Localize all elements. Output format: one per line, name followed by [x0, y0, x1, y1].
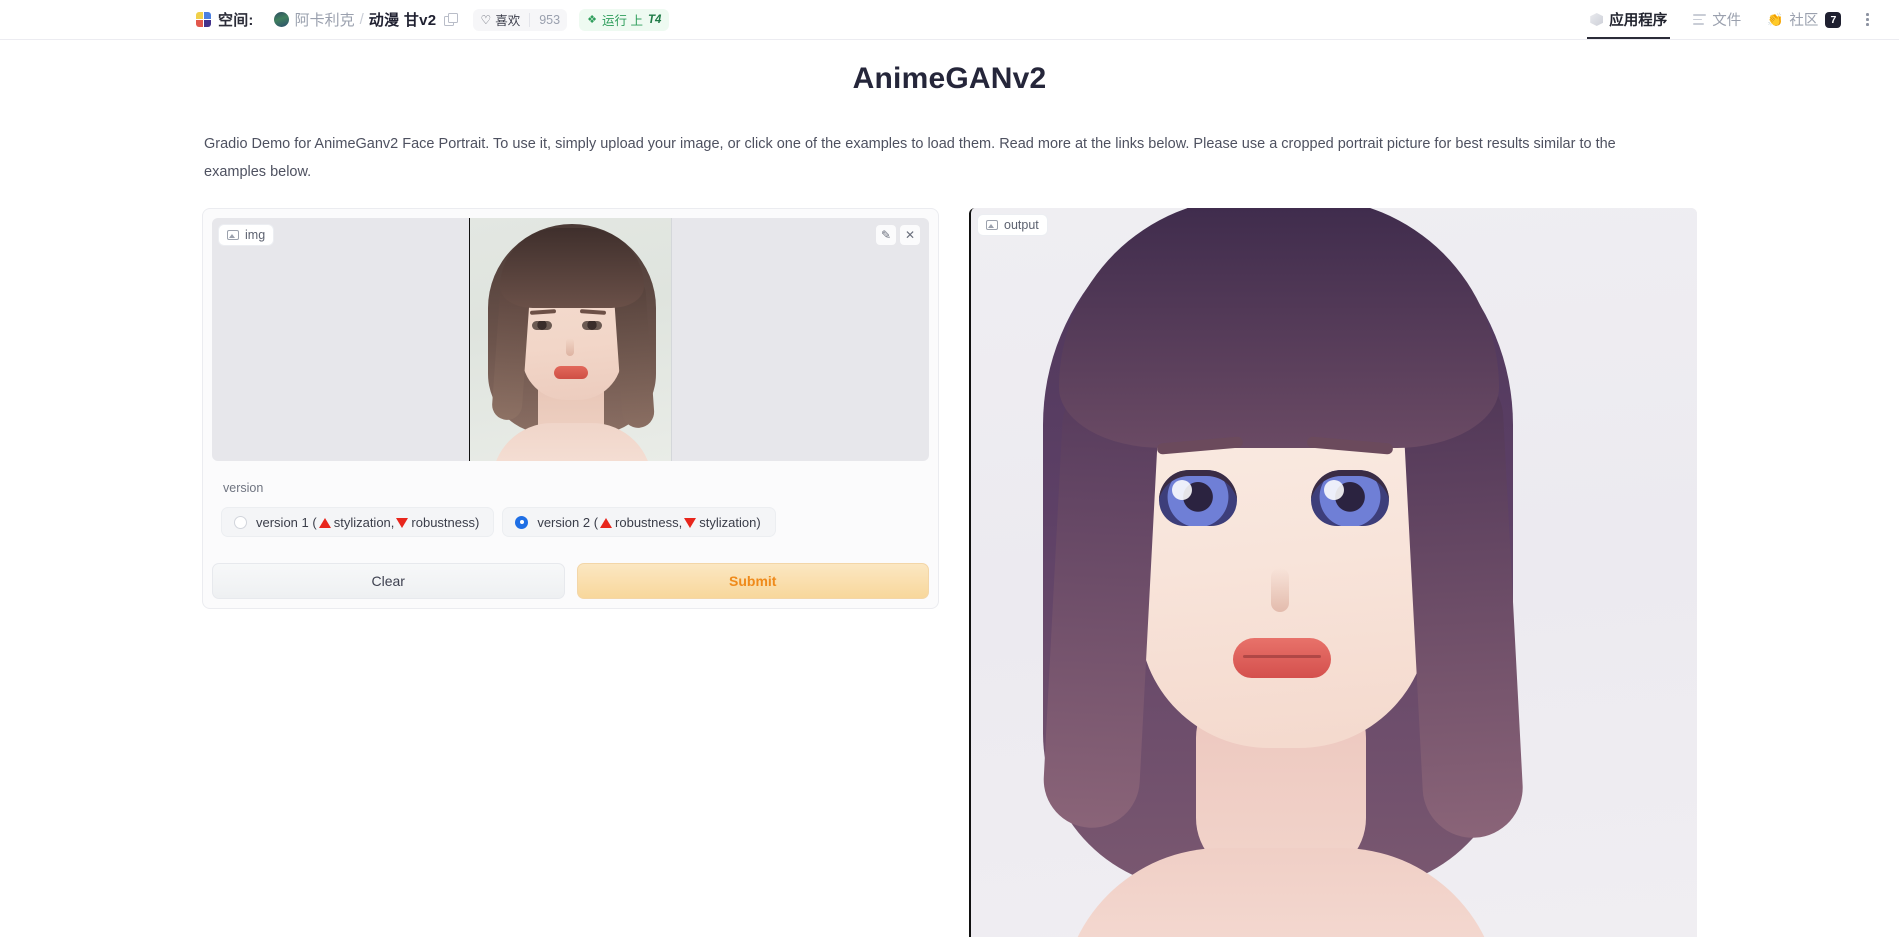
output-panel-tag-label: output [1004, 218, 1039, 232]
radio-version-2-prefix: version 2 ( [537, 514, 599, 530]
image-icon [986, 220, 998, 230]
heart-icon: ♡ [480, 12, 492, 27]
tab-app[interactable]: 应用程序 [1577, 0, 1680, 39]
tab-community[interactable]: 👏 社区 7 [1754, 0, 1854, 39]
input-card: img ✎ ✕ version version 1 (stylization,… [202, 208, 939, 609]
tab-app-label: 应用程序 [1609, 13, 1668, 29]
hand-icon: 👏 [1767, 11, 1784, 27]
radio-version-2-down-label: stylization) [699, 514, 761, 530]
input-panel-tag-label: img [245, 228, 266, 242]
tab-files[interactable]: 文件 [1680, 0, 1754, 39]
action-button-row: Clear Submit [212, 563, 929, 599]
triangle-down-icon [684, 518, 697, 528]
breadcrumb-separator: / [359, 11, 364, 28]
like-count: 953 [529, 12, 560, 27]
output-anime-image [971, 208, 1697, 937]
more-vertical-icon[interactable] [1854, 0, 1881, 39]
input-panel-tag: img [218, 224, 275, 246]
radio-indicator-v2[interactable] [515, 515, 529, 529]
owner-avatar-icon [273, 12, 289, 27]
top-navigation-bar: 空间: 阿卡利克 / 动漫 甘v2 ♡ 喜欢 953 ❖ 运行 上 T4 应用程… [0, 0, 1899, 40]
submit-button[interactable]: Submit [576, 563, 929, 599]
triangle-up-icon [318, 518, 331, 528]
page-title: AnimeGANv2 [852, 62, 1047, 95]
clear-button[interactable]: Clear [212, 563, 565, 599]
input-portrait-image [469, 218, 672, 461]
runtime-gpu-label: T4 [647, 13, 662, 26]
sparkle-icon: ❖ [587, 14, 597, 26]
radio-version-2-up-label: robustness, [615, 514, 683, 530]
radio-version-1-down-label: robustness) [411, 514, 480, 530]
files-icon [1693, 14, 1707, 25]
page-description: Gradio Demo for AnimeGanv2 Face Portrait… [204, 136, 1616, 180]
close-icon[interactable]: ✕ [900, 225, 920, 245]
topbar-right-nav: 应用程序 文件 👏 社区 7 [1577, 0, 1881, 39]
runtime-status-badge: ❖ 运行 上 T4 [579, 8, 670, 31]
repo-name-link[interactable]: 动漫 甘v2 [369, 9, 437, 30]
page-body: AnimeGANv2 Gradio Demo for AnimeGanv2 Fa… [0, 40, 1899, 937]
image-icon [227, 230, 239, 240]
output-image-container[interactable]: output [969, 208, 1697, 937]
community-count-badge: 7 [1825, 11, 1842, 28]
version-group-label: version [223, 481, 264, 495]
input-image-dropzone[interactable]: img ✎ ✕ [212, 218, 929, 461]
copy-icon[interactable] [444, 13, 458, 26]
tab-community-label: 社区 [1789, 13, 1819, 29]
panels-row: img ✎ ✕ version version 1 (stylization,… [202, 208, 1697, 937]
cube-icon [1590, 13, 1604, 26]
radio-version-1-prefix: version 1 ( [256, 514, 317, 530]
input-column: img ✎ ✕ version version 1 (stylization,… [202, 208, 939, 609]
radio-indicator-v1[interactable] [234, 515, 247, 529]
tab-files-label: 文件 [1712, 13, 1742, 29]
radio-version-2[interactable]: version 2 ( robustness, stylization) [502, 507, 776, 537]
spaces-label[interactable]: 空间: [218, 9, 254, 30]
like-label: 喜欢 [495, 14, 521, 28]
content-container: AnimeGANv2 Gradio Demo for AnimeGanv2 Fa… [202, 62, 1697, 937]
version-fieldset: version version 1 ( stylization, robustn… [212, 471, 929, 549]
runtime-label: 运行 上 [601, 14, 643, 28]
output-column: output [969, 208, 1697, 937]
version-radio-group: version 1 ( stylization, robustness) ver… [221, 507, 920, 537]
radio-version-1-up-label: stylization, [333, 514, 395, 530]
input-image-actions: ✎ ✕ [876, 225, 920, 245]
like-button[interactable]: ♡ 喜欢 953 [473, 8, 568, 31]
output-panel-tag: output [977, 214, 1048, 236]
triangle-down-icon [396, 518, 409, 528]
radio-version-1[interactable]: version 1 ( stylization, robustness) [221, 507, 495, 537]
topbar-left-group: 空间: 阿卡利克 / 动漫 甘v2 ♡ 喜欢 953 ❖ 运行 上 T4 [196, 0, 670, 39]
spaces-grid-icon [196, 12, 211, 27]
pencil-icon[interactable]: ✎ [876, 225, 896, 245]
triangle-up-icon [600, 518, 613, 528]
owner-name-link[interactable]: 阿卡利克 [295, 9, 355, 30]
